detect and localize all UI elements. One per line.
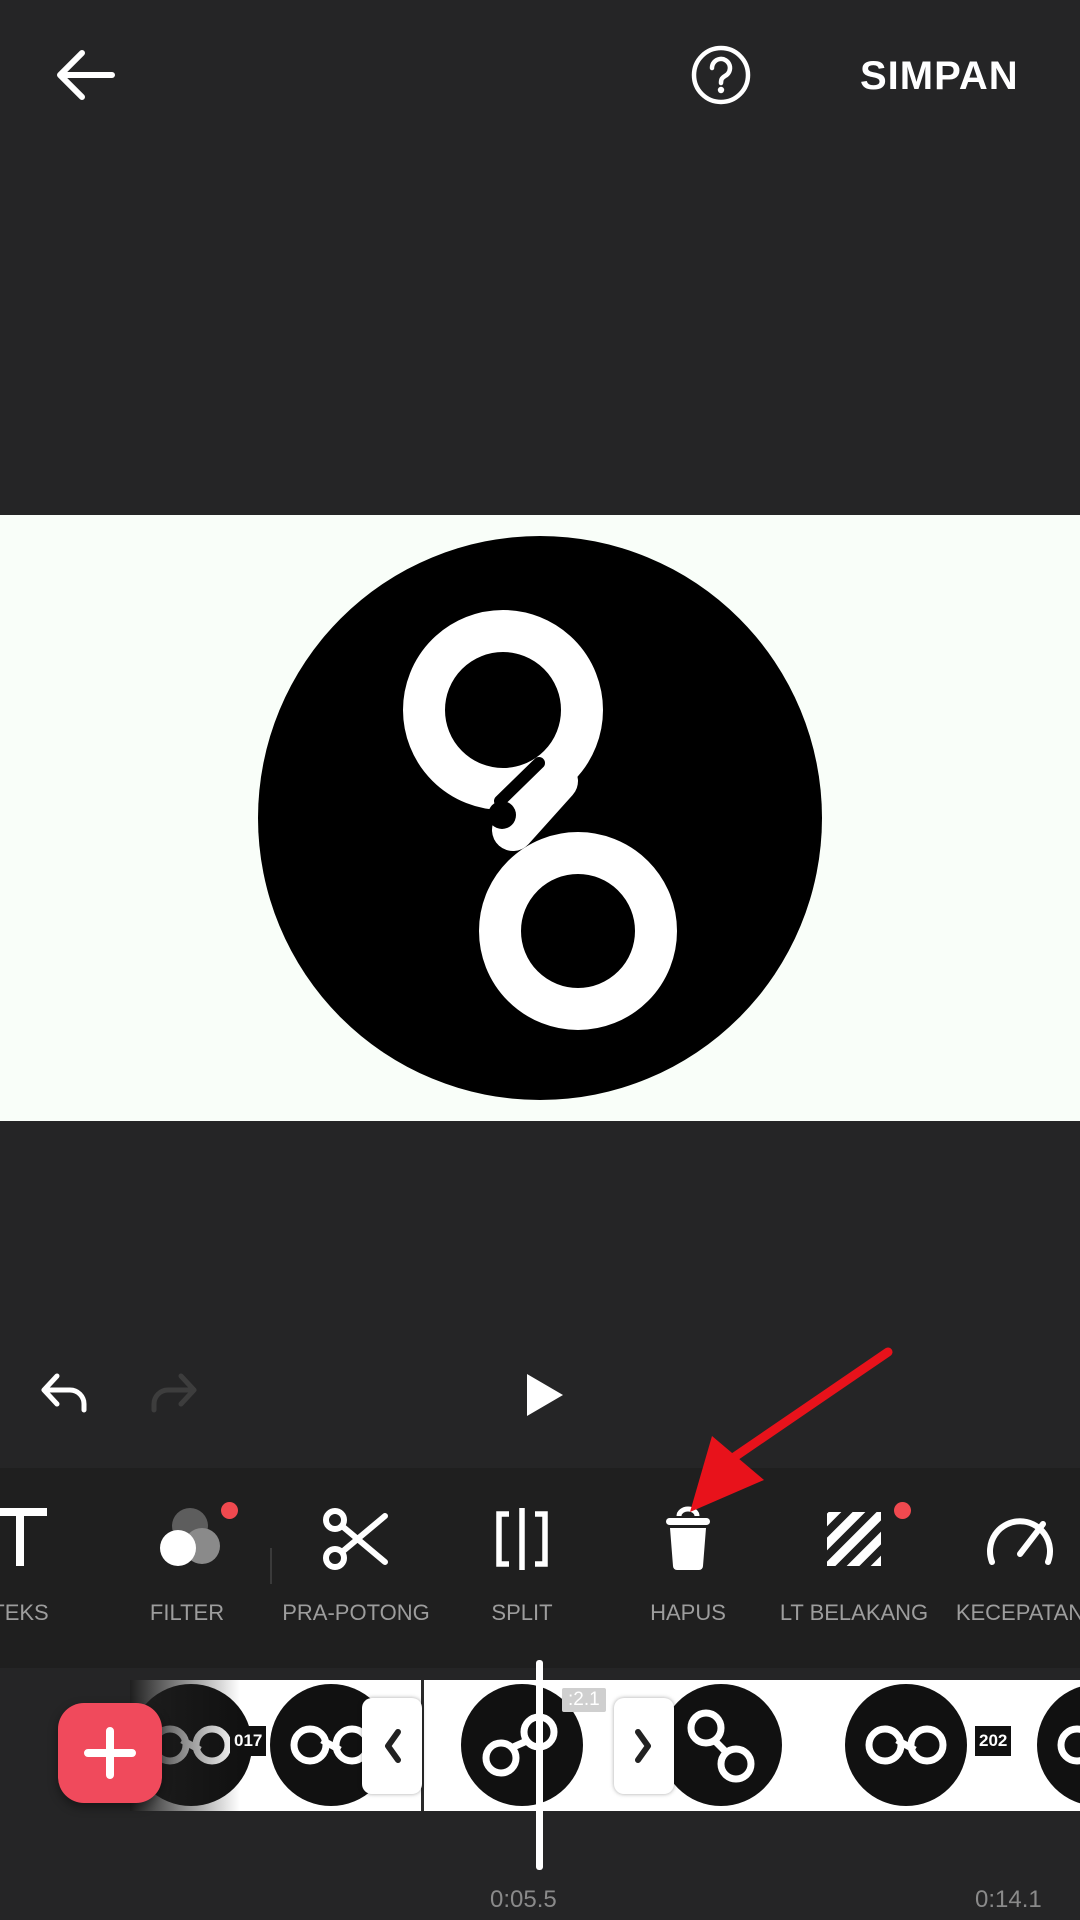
playhead[interactable]: [536, 1660, 543, 1870]
tool-speed[interactable]: KECEPATAN: [950, 1468, 1080, 1668]
save-button[interactable]: SIMPAN: [860, 50, 1019, 102]
help-icon[interactable]: [690, 44, 752, 106]
tool-trim-label: PRA-POTONG: [282, 1600, 430, 1625]
end-time: 0:14.1: [975, 1886, 1042, 1913]
filter-badge: [221, 1502, 238, 1519]
chevron-right-icon: [635, 1729, 651, 1763]
clip-thumbnail: [1037, 1684, 1080, 1806]
text-icon: [0, 1508, 47, 1566]
back-arrow-icon[interactable]: [50, 45, 120, 105]
logo-image: [258, 536, 822, 1100]
add-clip-button[interactable]: [58, 1703, 162, 1803]
tool-trim[interactable]: PRA-POTONG: [276, 1468, 436, 1668]
annotation-arrow-icon: [690, 1347, 893, 1512]
tool-filter-label: FILTER: [149, 1600, 225, 1625]
filter-icon: [160, 1508, 220, 1566]
year-tag: 202: [975, 1726, 1012, 1756]
tool-text[interactable]: TEKS: [0, 1468, 80, 1668]
scissors-icon: [323, 1508, 388, 1570]
clip-thumbnail: [845, 1684, 967, 1806]
tool-filter[interactable]: FILTER: [127, 1468, 247, 1668]
current-time: 0:05.5: [490, 1886, 557, 1913]
tool-split[interactable]: SPLIT: [462, 1468, 582, 1668]
split-icon: [496, 1508, 548, 1570]
toolbar-divider: [270, 1548, 272, 1584]
trim-handle-right[interactable]: [614, 1698, 674, 1794]
redo-icon: [151, 1373, 197, 1413]
tool-background-label: LT BELAKANG: [779, 1600, 929, 1625]
chevron-left-icon: [385, 1729, 401, 1763]
tool-speed-label: KECEPATAN: [955, 1600, 1080, 1625]
tool-split-label: SPLIT: [491, 1600, 553, 1625]
speedometer-icon: [987, 1518, 1053, 1565]
trim-handle-left[interactable]: [362, 1698, 422, 1794]
plus-icon: [84, 1727, 136, 1779]
undo-icon[interactable]: [40, 1370, 90, 1415]
clip-duration-badge: :2.1: [562, 1688, 606, 1712]
play-icon[interactable]: [525, 1372, 565, 1418]
clip-thumbnail: [660, 1684, 782, 1806]
tool-delete-label: HAPUS: [650, 1600, 726, 1625]
tool-text-label: TEKS: [0, 1600, 49, 1625]
